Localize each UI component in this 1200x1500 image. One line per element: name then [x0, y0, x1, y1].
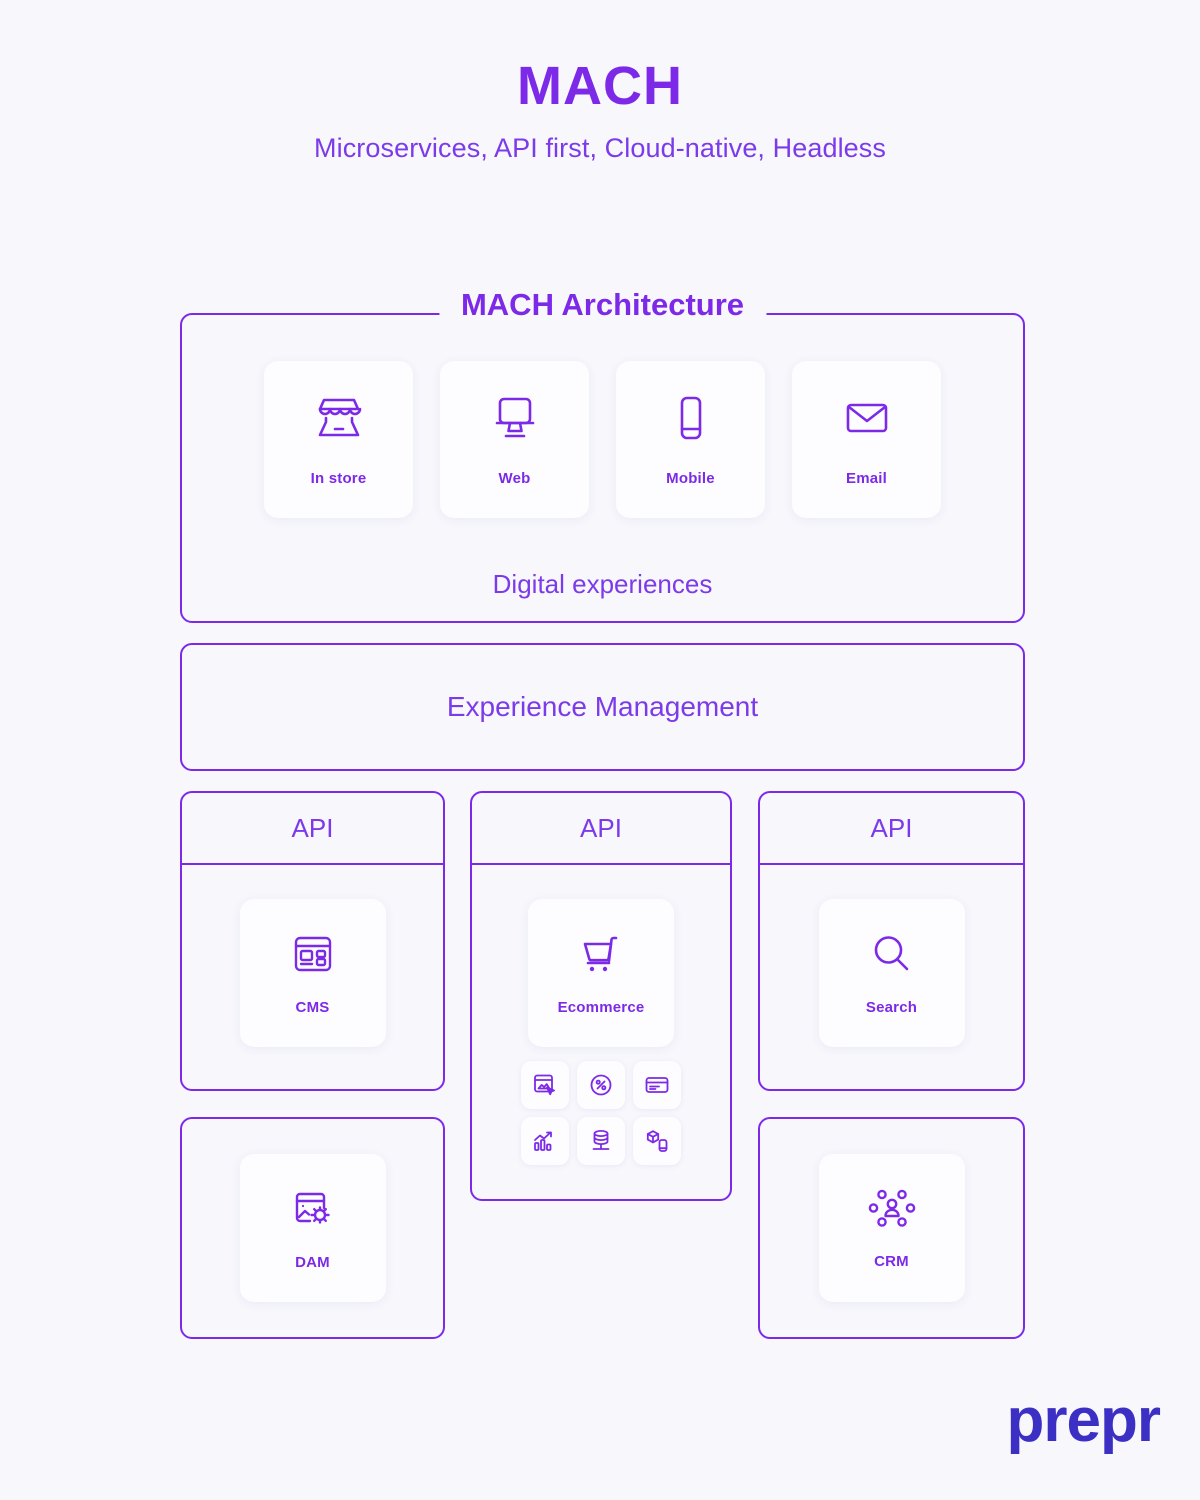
mini-service-discount[interactable]: [577, 1061, 625, 1109]
mini-service-payment[interactable]: [633, 1061, 681, 1109]
mini-service-analytics[interactable]: [521, 1117, 569, 1165]
ecommerce-mini-services: [521, 1061, 681, 1165]
service-label: CRM: [874, 1252, 909, 1270]
channel-label: Web: [498, 470, 531, 487]
desktop-monitor-icon: [489, 392, 541, 444]
mobile-phone-icon: [665, 392, 717, 444]
channel-label: Email: [845, 470, 888, 487]
service-label: Ecommerce: [557, 998, 645, 1016]
service-label: DAM: [295, 1253, 330, 1271]
service-card-dam[interactable]: DAM: [239, 1154, 386, 1302]
api-header: API: [182, 793, 443, 865]
image-settings-icon: [290, 1186, 336, 1232]
magnifier-icon: [869, 931, 915, 977]
api-body: Ecommerce: [472, 865, 730, 1165]
api-header: API: [760, 793, 1023, 865]
api-header-label: API: [291, 812, 334, 843]
api-column-ecommerce: API Ecommerce: [470, 791, 732, 1201]
envelope-icon: [841, 392, 893, 444]
service-label: CMS: [295, 998, 330, 1016]
mach-architecture-legend: MACH Architecture: [438, 287, 767, 323]
api-header-label: API: [870, 812, 913, 843]
api-header: API: [472, 793, 730, 865]
service-label: Search: [865, 998, 918, 1016]
channel-card-email[interactable]: Email: [792, 361, 941, 518]
service-card-search[interactable]: Search: [818, 899, 965, 1047]
storefront-icon: [313, 392, 365, 444]
prepr-logo: prepr: [1006, 1386, 1161, 1455]
service-card-crm[interactable]: CRM: [818, 1154, 965, 1302]
mini-service-database[interactable]: [577, 1117, 625, 1165]
api-box-dam: DAM: [180, 1117, 445, 1339]
page-subtitle: Microservices, API first, Cloud-native, …: [314, 132, 886, 163]
api-box-crm: CRM: [758, 1117, 1025, 1339]
pim-device-icon: [644, 1128, 670, 1154]
channel-label: In store: [310, 470, 367, 487]
hero-header: MACH Microservices, API first, Cloud-nat…: [0, 0, 1200, 164]
infographic-page: MACH Microservices, API first, Cloud-nat…: [0, 0, 1200, 1500]
api-body: CMS: [182, 865, 443, 1047]
api-body: Search: [760, 865, 1023, 1047]
api-header-label: API: [580, 812, 622, 843]
experience-management-label: Experience Management: [446, 691, 759, 722]
channel-label: Mobile: [666, 470, 715, 487]
channel-card-mobile[interactable]: Mobile: [616, 361, 765, 518]
people-network-icon: [867, 1187, 917, 1231]
database-icon: [588, 1128, 614, 1154]
page-title: MACH: [517, 56, 683, 116]
product-select-icon: [532, 1072, 558, 1098]
digital-channels-row: In store Web Mobile Email: [182, 315, 1023, 518]
mini-service-pim[interactable]: [633, 1117, 681, 1165]
api-box-search: API Search: [758, 791, 1025, 1091]
api-box-ecommerce: API Ecommerce: [470, 791, 732, 1201]
payment-card-icon: [644, 1072, 670, 1098]
growth-chart-icon: [532, 1128, 558, 1154]
channel-card-web[interactable]: Web: [440, 361, 589, 518]
browser-layout-icon: [290, 931, 336, 977]
mini-service-product-select[interactable]: [521, 1061, 569, 1109]
service-card-ecommerce[interactable]: Ecommerce: [528, 899, 674, 1047]
channel-card-in-store[interactable]: In store: [264, 361, 413, 518]
api-box-cms: API CMS: [180, 791, 445, 1091]
shopping-cart-icon: [577, 931, 625, 977]
digital-experiences-caption: Digital experiences: [492, 569, 713, 599]
api-column-search: API Search CRM: [758, 791, 1025, 1339]
experience-management-box: Experience Management: [180, 643, 1025, 771]
service-card-cms[interactable]: CMS: [239, 899, 386, 1047]
api-column-cms: API CMS DAM: [180, 791, 445, 1339]
mach-architecture-group: MACH Architecture In store Web Mobile Em…: [180, 287, 1025, 623]
percent-discount-icon: [588, 1072, 614, 1098]
